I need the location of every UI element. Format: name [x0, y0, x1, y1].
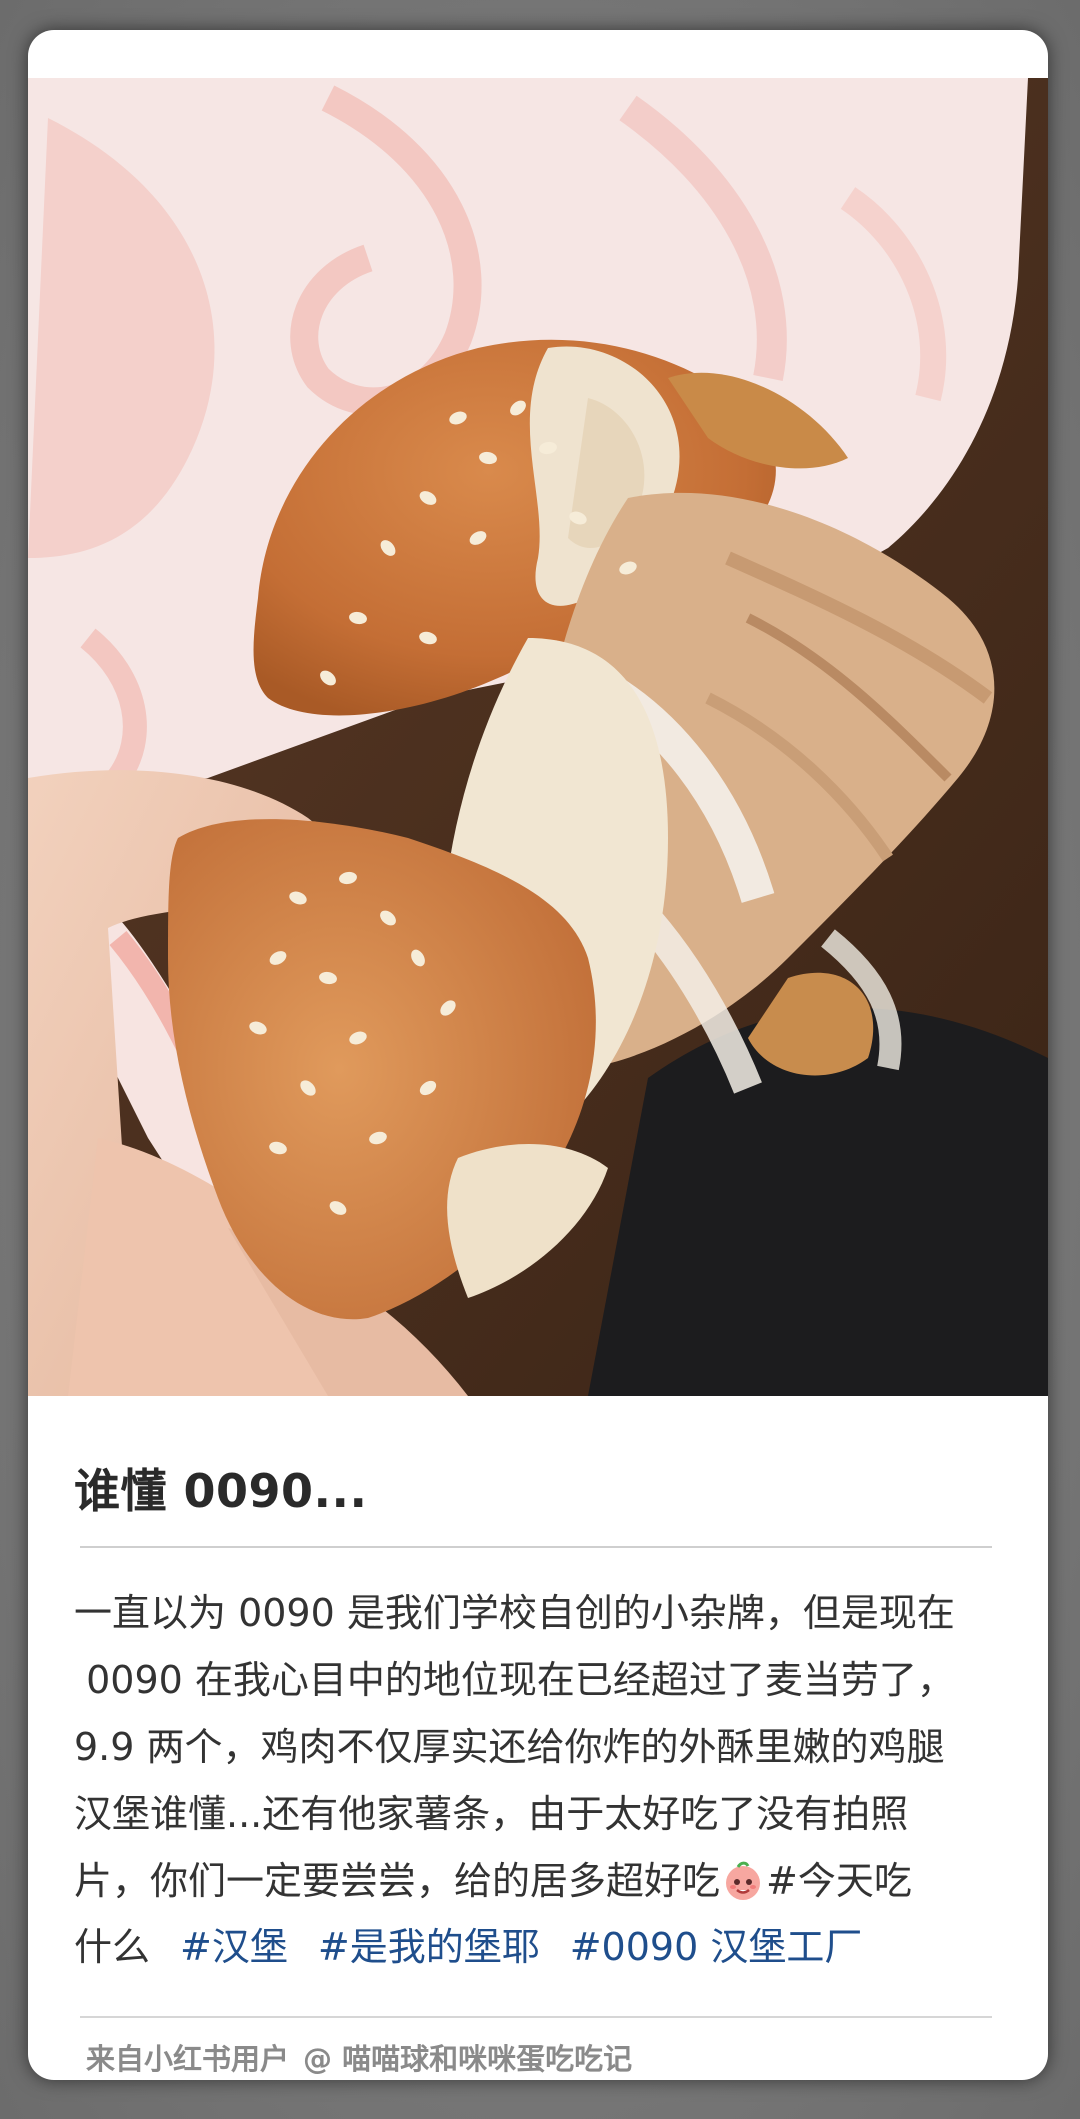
footer-divider: [80, 2016, 992, 2018]
body-line-1: 一直以为 0090 是我们学校自创的小杂牌，但是现在: [74, 1591, 955, 1635]
tag-row: 什么 #汉堡 #是我的堡耶 #0090 汉堡工厂: [74, 1914, 862, 1981]
post-title: 谁懂 0090...: [74, 1464, 368, 1518]
post-body: 一直以为 0090 是我们学校自创的小杂牌，但是现在 0090 在我心目中的地位…: [74, 1580, 1009, 1915]
peach-face-emoji-icon: [722, 1856, 764, 1900]
body-line-6: 什么: [74, 1925, 151, 1969]
post-card: 谁懂 0090... 一直以为 0090 是我们学校自创的小杂牌，但是现在 00…: [28, 30, 1048, 2080]
body-line-4: 汉堡谁懂...还有他家薯条，由于太好吃了没有拍照: [74, 1792, 909, 1836]
tag-my-burger[interactable]: #是我的堡耶: [318, 1925, 540, 1969]
post-photo[interactable]: [28, 78, 1048, 1396]
body-line-2: 0090 在我心目中的地位现在已经超过了麦当劳了，: [74, 1658, 955, 1702]
author-handle[interactable]: @ 喵喵球和咪咪蛋吃吃记: [303, 2042, 632, 2076]
post-footer: 来自小红书用户 @ 喵喵球和咪咪蛋吃吃记: [86, 2036, 632, 2078]
tag-hamburger[interactable]: #汉堡: [180, 1925, 288, 1969]
title-divider: [80, 1546, 992, 1548]
body-line-5-start: 片，你们一定要尝尝，给的居多超好吃: [74, 1859, 721, 1903]
footer-source: 来自小红书用户: [86, 2042, 290, 2076]
tag-0090-burger-factory[interactable]: #0090 汉堡工厂: [570, 1925, 863, 1969]
body-line-5-end: #今天吃: [766, 1859, 912, 1903]
body-line-3: 9.9 两个，鸡肉不仅厚实还给你炸的外酥里嫩的鸡腿: [74, 1725, 945, 1769]
